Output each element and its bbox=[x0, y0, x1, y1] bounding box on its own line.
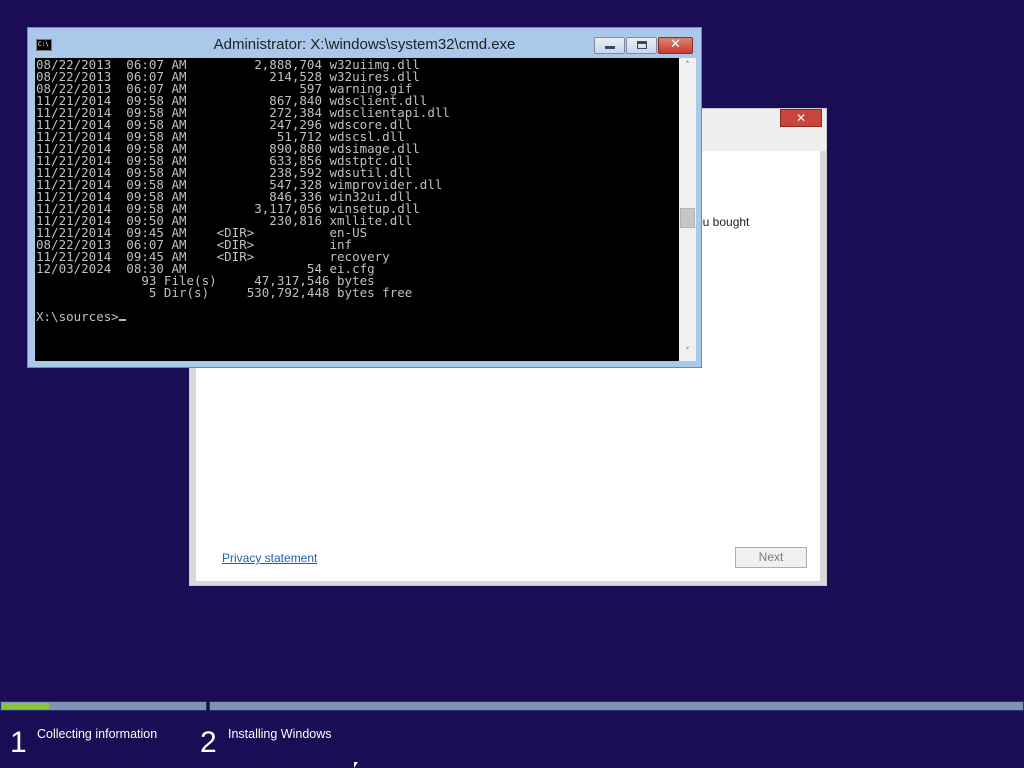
scroll-up-icon[interactable]: ˄ bbox=[679, 58, 696, 75]
command-prompt: X:\sources> bbox=[36, 309, 119, 324]
close-button[interactable]: ✕ bbox=[658, 37, 693, 54]
maximize-icon bbox=[637, 41, 647, 49]
console-area[interactable]: 08/22/2013 06:07 AM 2,888,704 w32uiimg.d… bbox=[35, 58, 696, 361]
next-button[interactable]: Next bbox=[735, 547, 807, 568]
mouse-pointer-icon bbox=[354, 762, 358, 768]
privacy-statement-link[interactable]: Privacy statement bbox=[222, 551, 317, 565]
scroll-down-icon[interactable]: ˅ bbox=[679, 344, 696, 361]
scroll-thumb[interactable] bbox=[680, 208, 695, 228]
progress-fill-collecting bbox=[2, 703, 49, 709]
step-number: 2 bbox=[200, 726, 217, 759]
cmd-window: C:\ Administrator: X:\windows\system32\c… bbox=[27, 27, 702, 368]
step-number: 1 bbox=[10, 726, 27, 759]
progress-track-installing bbox=[209, 701, 1024, 711]
setup-close-button[interactable]: ✕ bbox=[780, 109, 822, 127]
maximize-button[interactable] bbox=[626, 37, 657, 54]
minimize-icon bbox=[605, 46, 615, 49]
console-line: 5 Dir(s) 530,792,448 bytes free bbox=[36, 285, 413, 300]
step-label: Installing Windows bbox=[228, 727, 332, 741]
step-label: Collecting information bbox=[37, 727, 158, 741]
setup-partial-text: ou bought bbox=[696, 215, 750, 229]
cmd-titlebar[interactable]: C:\ Administrator: X:\windows\system32\c… bbox=[28, 28, 701, 58]
vertical-scrollbar[interactable]: ˄ ˅ bbox=[679, 58, 696, 361]
console-output: 08/22/2013 06:07 AM 2,888,704 w32uiimg.d… bbox=[36, 58, 676, 324]
progress-track-collecting bbox=[0, 701, 207, 711]
minimize-button[interactable] bbox=[594, 37, 625, 54]
close-icon: ✕ bbox=[670, 37, 681, 52]
text-cursor bbox=[118, 319, 126, 321]
